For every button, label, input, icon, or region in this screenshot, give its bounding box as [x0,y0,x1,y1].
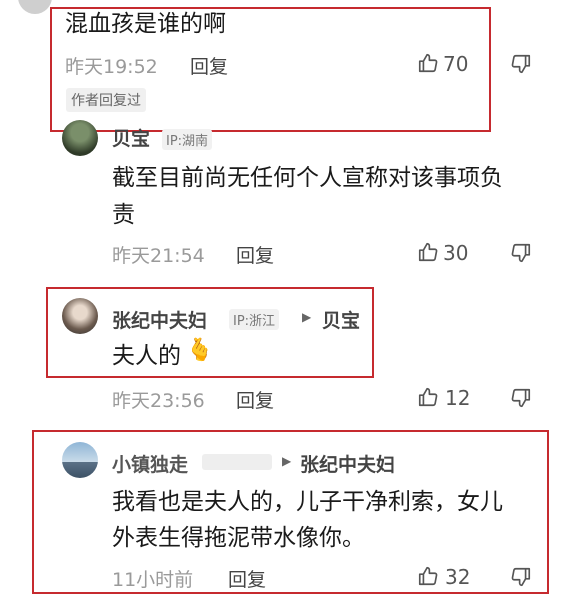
like-count: 70 [443,52,469,76]
thumbs-up-icon[interactable] [417,241,439,263]
comment-text: 我看也是夫人的，儿子干净利索，女儿 [112,489,503,515]
thumbs-up-icon[interactable] [417,565,439,587]
hand-heart-emoji-icon: 🫰 [186,338,214,363]
avatar[interactable] [62,298,98,334]
author-replied-tag: 作者回复过 [66,88,146,112]
thumbs-up-icon[interactable] [417,386,439,408]
comment-text-cont: 责 [112,202,135,228]
thumbs-up-icon[interactable] [417,52,439,74]
ip-location: IP:浙江 [229,309,280,330]
reply-to-name[interactable]: 张纪中夫妇 [300,450,395,477]
reply-to-name[interactable]: 贝宝 [322,306,360,333]
like-count: 12 [445,386,471,410]
reply-button[interactable]: 回复 [236,241,274,268]
reply-button[interactable]: 回复 [236,386,274,413]
reply-button[interactable]: 回复 [228,565,266,592]
commenter-name[interactable]: 贝宝 [112,124,150,151]
like-count: 32 [445,565,471,589]
commenter-name[interactable]: 张纪中夫妇 [112,306,207,333]
commenter-name[interactable]: 小镇独走 [112,450,188,477]
reply-arrow-icon: ▶ [282,454,292,468]
avatar[interactable] [62,442,98,478]
comment-time: 昨天23:56 [112,390,205,412]
comment-time: 昨天21:54 [112,245,205,267]
avatar[interactable] [62,120,98,156]
avatar-cropped [18,0,52,14]
comment-text: 夫人的 [112,343,181,369]
thumbs-down-icon[interactable] [510,566,532,588]
comment-time: 11小时前 [112,569,194,591]
like-count: 30 [443,241,469,265]
comment-text: 截至目前尚无任何个人宣称对该事项负 [112,165,503,191]
comment-text: 混血孩是谁的啊 [65,11,226,37]
thumbs-down-icon[interactable] [510,53,532,75]
thumbs-down-icon[interactable] [510,242,532,264]
thumbs-down-icon[interactable] [510,387,532,409]
blurred-ip-location [202,454,272,470]
reply-arrow-icon: ▶ [302,310,312,324]
ip-location: IP:湖南 [162,129,213,150]
comment-time: 昨天19:52 [65,56,158,78]
comment-text-cont: 外表生得拖泥带水像你。 [112,525,365,551]
reply-button[interactable]: 回复 [190,52,228,79]
